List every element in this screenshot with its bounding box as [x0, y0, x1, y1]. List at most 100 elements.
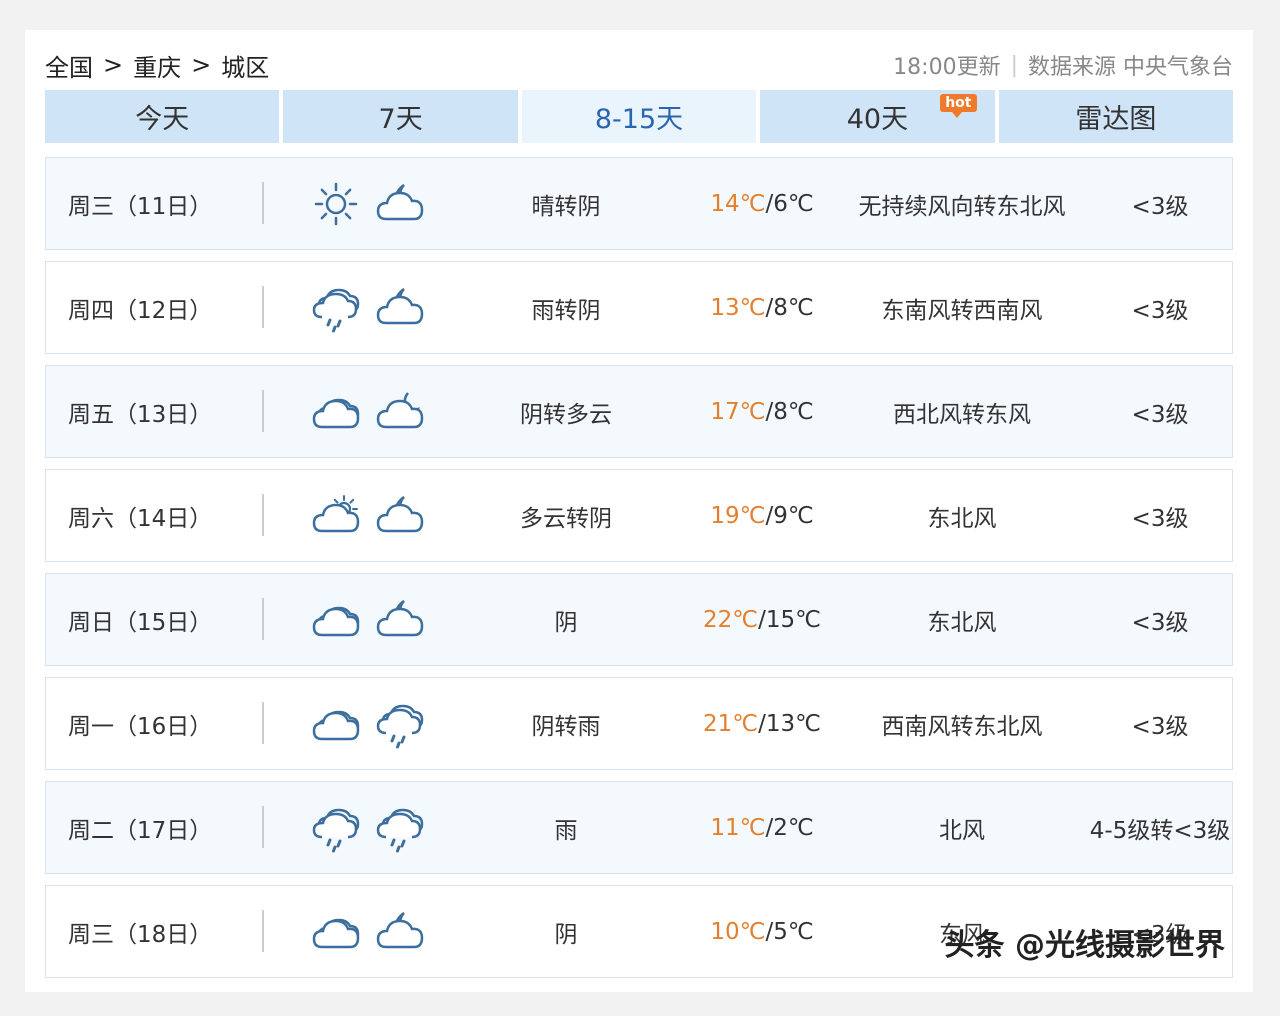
forecast-tabs: 今天 7天 8-15天 40天 hot 雷达图 [45, 90, 1234, 143]
wind-direction: 北风 [939, 817, 985, 844]
temperature-range: 14℃/6℃ [682, 158, 842, 249]
temperature-range: 13℃/8℃ [682, 262, 842, 353]
wind-level: <3级 [1131, 401, 1189, 428]
wind-direction: 西南风转东北风 [881, 713, 1043, 740]
weather-description: 阴转雨 [531, 713, 601, 740]
rain-icon [312, 288, 360, 332]
top-bar: 全国 > 重庆 > 城区 18:00更新 | 数据来源 中央气象台 [45, 44, 1233, 86]
meta-divider: | [1010, 52, 1018, 78]
weather-card: 全国 > 重庆 > 城区 18:00更新 | 数据来源 中央气象台 今天 7天 … [25, 30, 1253, 992]
high-temp: 14℃ [710, 190, 766, 217]
temp-separator: / [765, 398, 774, 425]
weather-icons [310, 262, 426, 353]
overcast-icon [312, 398, 360, 428]
breadcrumb-country[interactable]: 全国 [45, 48, 93, 83]
overcast-icon [312, 710, 360, 740]
wind-level: <3级 [1131, 505, 1189, 532]
column-divider [262, 598, 264, 640]
forecast-row: 周二（17日） 雨 11℃/2℃ 北风 4-5级转<3级 [45, 781, 1233, 874]
low-temp: 5℃ [773, 918, 814, 945]
weather-description: 阴 [554, 609, 578, 636]
forecast-row: 周日（15日） 阴 22℃/15℃ 东北风 <3级 [45, 573, 1233, 666]
weather-description: 多云转阴 [520, 505, 612, 532]
low-temp: 8℃ [773, 398, 814, 425]
overcast-icon [312, 918, 360, 948]
weather-description: 雨 [554, 817, 578, 844]
low-temp: 6℃ [773, 190, 814, 217]
cloudy-night-icon [376, 287, 424, 324]
partly-cloudy-night-icon [376, 391, 424, 428]
weather-icons [310, 782, 426, 873]
update-meta: 18:00更新 | 数据来源 中央气象台 [893, 49, 1233, 81]
temp-separator: / [765, 918, 774, 945]
wind-direction: 东北风 [927, 609, 997, 636]
weather-icons [310, 886, 426, 977]
forecast-day: 周日（15日） [68, 609, 213, 636]
sunny-icon [314, 182, 358, 225]
column-divider [262, 910, 264, 952]
breadcrumb: 全国 > 重庆 > 城区 [45, 48, 269, 83]
high-temp: 21℃ [703, 710, 759, 737]
wind-direction: 东北风 [927, 505, 997, 532]
weather-description: 晴转阴 [531, 193, 601, 220]
tab-40-days[interactable]: 40天 hot [760, 90, 995, 143]
forecast-row: 周五（13日） 阴转多云 17℃/8℃ 西北风转东风 <3级 [45, 365, 1233, 458]
breadcrumb-separator: > [191, 51, 212, 79]
tab-today[interactable]: 今天 [45, 90, 280, 143]
hot-badge: hot [940, 94, 977, 118]
weather-icons [310, 366, 426, 457]
tab-radar[interactable]: 雷达图 [998, 90, 1234, 143]
forecast-day: 周二（17日） [68, 817, 213, 844]
low-temp: 8℃ [773, 294, 814, 321]
tab-7-days[interactable]: 7天 [283, 90, 518, 143]
wind-level: <3级 [1131, 193, 1189, 220]
forecast-day: 周三（11日） [68, 193, 213, 220]
weather-icons [310, 574, 426, 665]
rain-icon [376, 808, 424, 852]
cloudy-night-icon [376, 495, 424, 532]
temperature-range: 10℃/5℃ [682, 886, 842, 977]
temp-separator: / [765, 502, 774, 529]
cloudy-night-icon [376, 911, 424, 948]
wind-level: <3级 [1131, 297, 1189, 324]
tab-40-days-label: 40天 [846, 104, 909, 135]
column-divider [262, 286, 264, 328]
partly-cloudy-day-icon [312, 494, 360, 532]
high-temp: 22℃ [703, 606, 759, 633]
wind-direction: 西北风转东风 [893, 401, 1031, 428]
low-temp: 2℃ [773, 814, 814, 841]
temp-separator: / [765, 814, 774, 841]
temp-separator: / [758, 606, 766, 633]
forecast-row: 周四（12日） 雨转阴 13℃/8℃ 东南风转西南风 <3级 [45, 261, 1233, 354]
forecast-day: 周一（16日） [68, 713, 213, 740]
weather-description: 阴转多云 [520, 401, 612, 428]
breadcrumb-province[interactable]: 重庆 [133, 48, 181, 83]
forecast-row: 周六（14日） 多云转阴 19℃/9℃ 东北风 <3级 [45, 469, 1233, 562]
wind-level: <3级 [1131, 713, 1189, 740]
cloudy-night-icon [376, 599, 424, 636]
cloudy-night-icon [376, 183, 424, 220]
high-temp: 13℃ [710, 294, 766, 321]
temp-separator: / [765, 190, 774, 217]
wind-level: 4-5级转<3级 [1089, 817, 1231, 844]
tab-8-15-days[interactable]: 8-15天 [521, 90, 757, 143]
forecast-row: 周一（16日） 阴转雨 21℃/13℃ 西南风转东北风 <3级 [45, 677, 1233, 770]
high-temp: 11℃ [710, 814, 766, 841]
low-temp: 9℃ [773, 502, 814, 529]
rain-icon [376, 704, 424, 748]
wind-level: <3级 [1131, 609, 1189, 636]
forecast-day: 周四（12日） [68, 297, 213, 324]
temperature-range: 11℃/2℃ [682, 782, 842, 873]
low-temp: 15℃ [765, 606, 821, 633]
weather-description: 雨转阴 [531, 297, 601, 324]
forecast-list: 周三（11日） 晴转阴 14℃/6℃ 无持续风向转东北风 <3级 周四（12日）… [45, 157, 1233, 989]
high-temp: 17℃ [710, 398, 766, 425]
temperature-range: 21℃/13℃ [682, 678, 842, 769]
column-divider [262, 182, 264, 224]
weather-icons [310, 158, 426, 249]
temp-separator: / [765, 294, 774, 321]
column-divider [262, 702, 264, 744]
forecast-row: 周三（11日） 晴转阴 14℃/6℃ 无持续风向转东北风 <3级 [45, 157, 1233, 250]
wind-direction: 东南风转西南风 [881, 297, 1043, 324]
forecast-day: 周五（13日） [68, 401, 213, 428]
